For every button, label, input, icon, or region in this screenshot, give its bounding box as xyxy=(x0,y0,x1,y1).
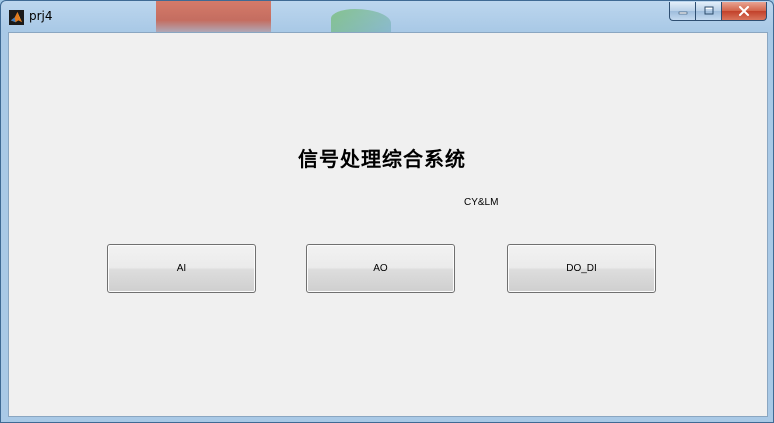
window-title: prj4 xyxy=(29,9,53,23)
titlebar-background-art-green xyxy=(331,9,391,33)
minimize-icon xyxy=(678,11,687,15)
ai-button[interactable]: AI xyxy=(107,244,256,293)
do-di-button[interactable]: DO_DI xyxy=(507,244,656,293)
author-label: CY&LM xyxy=(464,197,499,208)
minimize-button[interactable] xyxy=(669,2,695,21)
application-window: prj4 信号处理综合系统 CY&LM AI AO DO_DI xyxy=(0,0,774,423)
matlab-icon xyxy=(9,10,24,25)
page-title: 信号处理综合系统 xyxy=(298,147,466,171)
figure-client-area: 信号处理综合系统 CY&LM AI AO DO_DI xyxy=(8,32,768,417)
maximize-button[interactable] xyxy=(695,2,721,21)
window-controls xyxy=(669,2,767,23)
titlebar-background-art xyxy=(156,1,271,33)
close-icon xyxy=(739,6,749,16)
close-button[interactable] xyxy=(721,2,767,21)
ao-button[interactable]: AO xyxy=(306,244,455,293)
maximize-icon xyxy=(704,6,713,15)
